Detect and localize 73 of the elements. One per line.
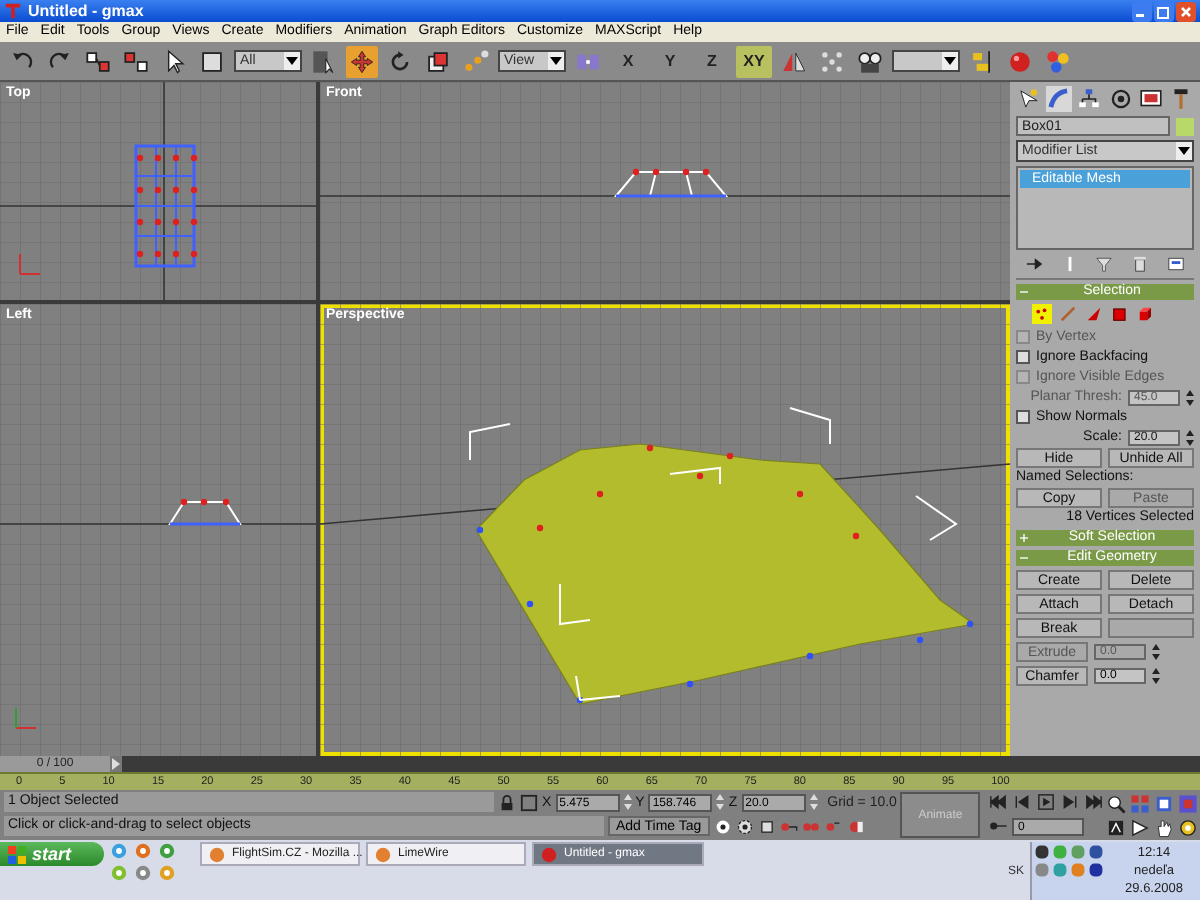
minus-icon [1020, 288, 1028, 296]
spheres-icon[interactable] [1042, 45, 1074, 77]
caret-icon [284, 52, 300, 70]
app-icon [208, 845, 226, 863]
headset-icon[interactable] [158, 864, 176, 882]
spinner-arrows-icon[interactable] [1152, 668, 1160, 684]
window-title: Untitled - gmax [28, 2, 146, 20]
close-button[interactable] [1176, 1, 1196, 21]
go-to-end-icon[interactable] [1084, 792, 1104, 812]
zoom-extents-icon[interactable] [1154, 793, 1174, 813]
triangle-face-icon[interactable] [1084, 304, 1104, 324]
printer-icon[interactable] [134, 864, 152, 882]
hierarchy-icon[interactable] [1076, 86, 1103, 112]
move-icon[interactable] [346, 45, 378, 77]
axis-constraint-button[interactable]: Y [652, 45, 688, 77]
cube-icon[interactable] [1136, 304, 1156, 324]
configure-icon[interactable] [1166, 254, 1187, 274]
checkbox[interactable] [1016, 350, 1030, 364]
dropdown[interactable] [892, 50, 960, 72]
go-to-start-icon[interactable] [988, 792, 1008, 812]
absolute-mode-icon[interactable] [520, 793, 538, 811]
triangle-view-icon[interactable] [1130, 817, 1150, 837]
caret-icon [548, 52, 564, 70]
spinner-arrows-icon[interactable] [1186, 429, 1194, 445]
vertex-dots-icon[interactable] [1032, 304, 1052, 324]
selected-mesh-drawing [134, 144, 198, 268]
axis-tripod-icon [19, 253, 41, 275]
disc-icon[interactable] [158, 842, 176, 860]
spinner-arrows-icon[interactable] [1186, 389, 1194, 405]
browser-icon[interactable] [134, 842, 152, 860]
plus-icon [1020, 534, 1028, 542]
lock-icon[interactable] [498, 793, 516, 811]
next-frame-icon[interactable] [1060, 792, 1080, 812]
app-icon [374, 845, 392, 863]
trash-icon[interactable] [1130, 254, 1151, 274]
pin-icon[interactable] [1023, 254, 1044, 274]
key-icon[interactable] [988, 816, 1008, 836]
previous-frame-icon[interactable] [1012, 792, 1032, 812]
globe-icon[interactable] [110, 842, 128, 860]
color-swatch[interactable] [1176, 117, 1194, 135]
orbit-icon[interactable] [1178, 817, 1198, 837]
axis-constraint-button[interactable]: XY [736, 45, 772, 77]
field-of-view-icon[interactable] [1106, 817, 1126, 837]
axis-constraint-button[interactable]: X [610, 45, 646, 77]
axis-constraint-button[interactable]: Z [694, 45, 730, 77]
eye-icon[interactable] [713, 817, 732, 835]
minimize-button[interactable] [1132, 1, 1152, 21]
caret-icon [1176, 142, 1192, 160]
restore-button[interactable] [1154, 1, 1174, 21]
selected-mesh-drawing [615, 168, 727, 198]
next-arrow-icon[interactable] [110, 756, 122, 772]
gear-icon[interactable] [735, 817, 754, 835]
funnel-icon[interactable] [1094, 254, 1115, 274]
app-logo-icon [4, 2, 22, 20]
cube-icon[interactable] [757, 817, 776, 835]
circle-motion-icon[interactable] [1107, 86, 1134, 112]
app-icon [540, 845, 558, 863]
windows-flag-icon [8, 845, 26, 863]
selected-mesh-drawing [168, 498, 242, 526]
caret-icon [942, 52, 958, 70]
square-face-icon[interactable] [1110, 304, 1130, 324]
monitor-icon[interactable] [1137, 86, 1164, 112]
bent-cylinder-icon[interactable] [1046, 86, 1073, 112]
minus-icon [1020, 554, 1028, 562]
axis-tripod-icon [15, 707, 37, 729]
hand-pan-icon[interactable] [1154, 817, 1174, 837]
play-icon[interactable] [1036, 792, 1056, 812]
dots-icon[interactable] [460, 45, 492, 77]
zoom-icon[interactable] [1106, 793, 1126, 813]
checkbox[interactable] [1016, 410, 1030, 424]
key-icon[interactable] [845, 817, 864, 835]
star-cursor-icon[interactable] [1016, 86, 1042, 112]
spinner-arrows-icon[interactable] [1152, 644, 1160, 660]
